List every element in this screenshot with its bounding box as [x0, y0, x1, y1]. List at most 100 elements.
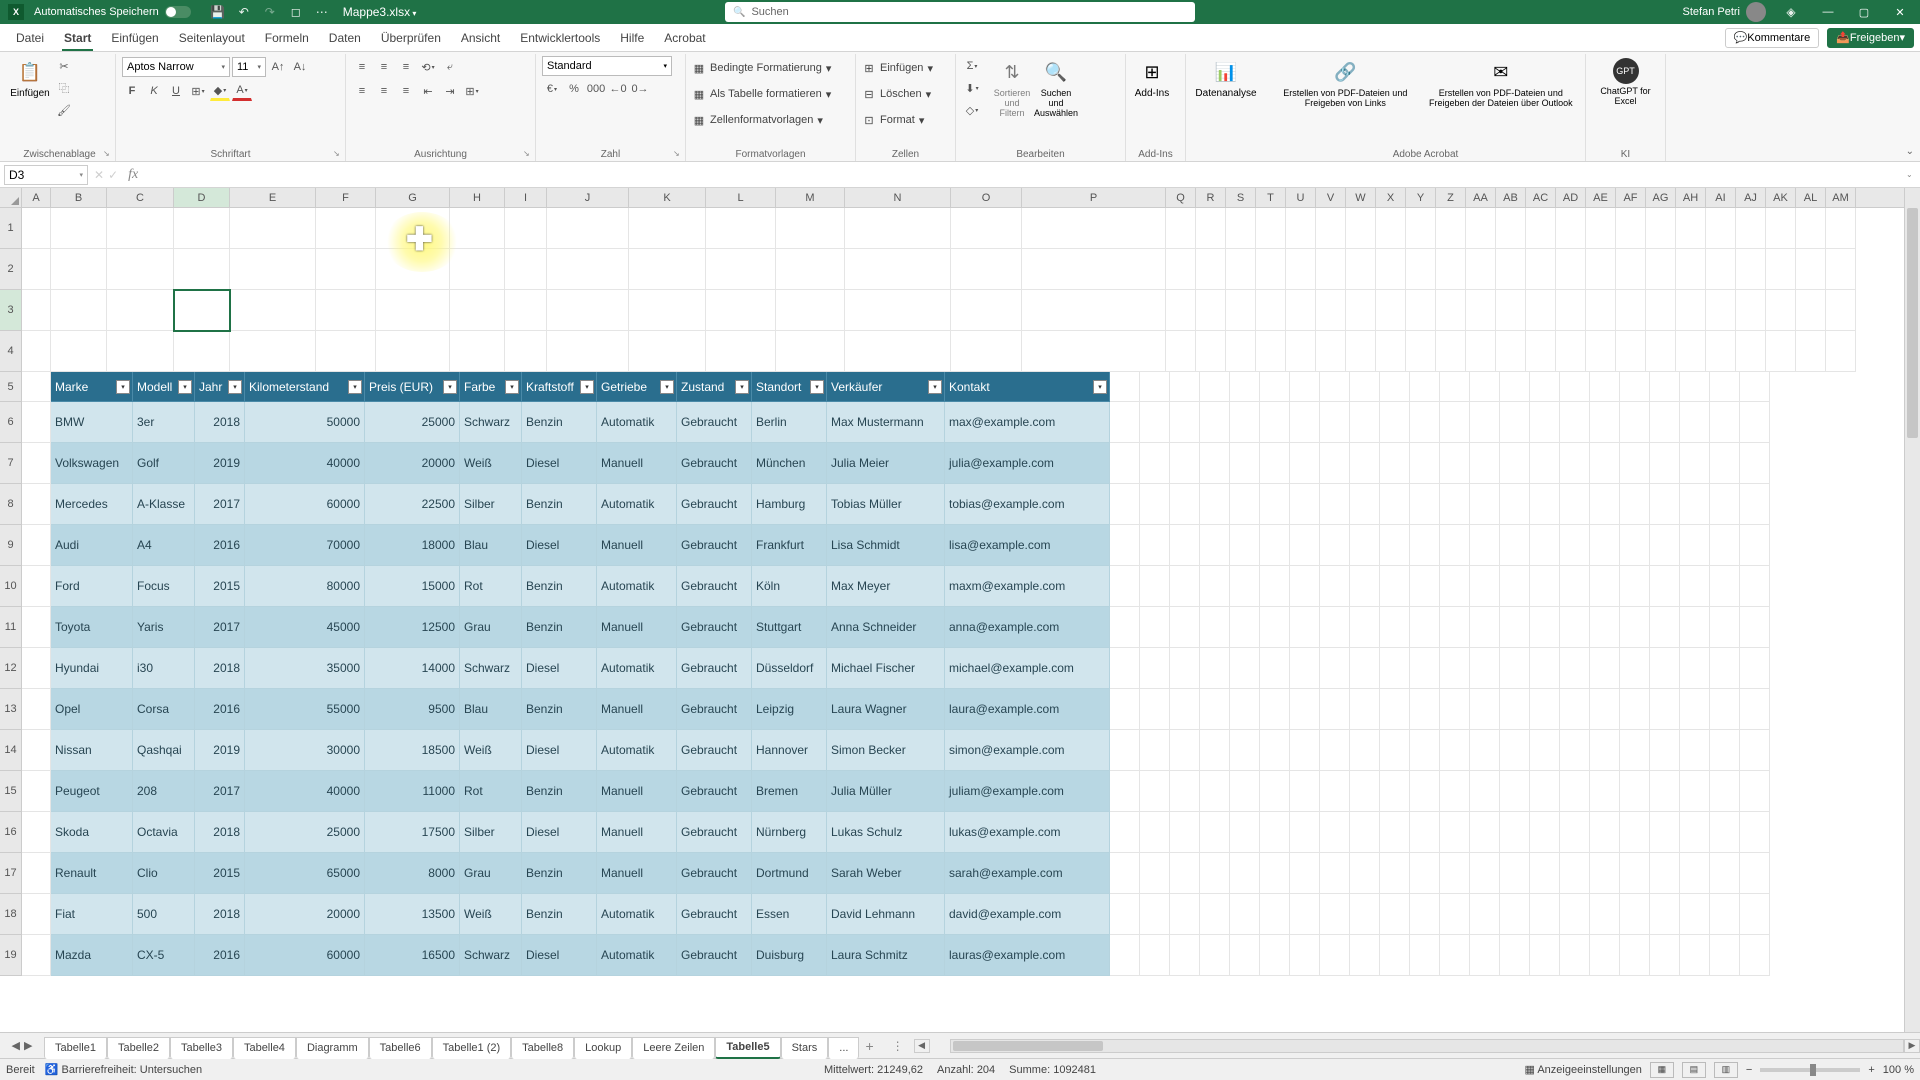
chatgpt-button[interactable]: GPT ChatGPT for Excel	[1592, 56, 1659, 108]
sheet-tab[interactable]: Tabelle1 (2)	[432, 1037, 511, 1059]
cell[interactable]	[1170, 689, 1200, 730]
table-cell[interactable]: Diesel	[522, 443, 597, 484]
row-header[interactable]: 6	[0, 402, 22, 443]
cell[interactable]	[1680, 771, 1710, 812]
cell[interactable]	[1110, 607, 1140, 648]
cell[interactable]	[1500, 525, 1530, 566]
cell[interactable]	[1380, 853, 1410, 894]
cell[interactable]	[1796, 331, 1826, 372]
cell[interactable]	[1170, 771, 1200, 812]
cell[interactable]	[1470, 812, 1500, 853]
cell[interactable]	[1170, 525, 1200, 566]
column-header[interactable]: V	[1316, 188, 1346, 207]
cell[interactable]	[1440, 525, 1470, 566]
column-header[interactable]: G	[376, 188, 450, 207]
filter-icon[interactable]: ▾	[348, 380, 362, 394]
cell[interactable]	[22, 443, 51, 484]
column-header[interactable]: B	[51, 188, 107, 207]
table-cell[interactable]: Anna Schneider	[827, 607, 945, 648]
cell[interactable]	[1710, 566, 1740, 607]
table-cell[interactable]: Nissan	[51, 730, 133, 771]
table-cell[interactable]: Gebraucht	[677, 730, 752, 771]
table-header-cell[interactable]: Getriebe▾	[597, 372, 677, 402]
cell[interactable]	[1320, 894, 1350, 935]
cell[interactable]	[1796, 208, 1826, 249]
cell[interactable]	[1710, 443, 1740, 484]
cell[interactable]	[1680, 402, 1710, 443]
table-cell[interactable]: Manuell	[597, 525, 677, 566]
cell[interactable]	[1590, 525, 1620, 566]
cell[interactable]	[1680, 648, 1710, 689]
table-header-cell[interactable]: Kraftstoff▾	[522, 372, 597, 402]
table-cell[interactable]: 2018	[195, 648, 245, 689]
row-header[interactable]: 14	[0, 730, 22, 771]
cell[interactable]	[107, 331, 174, 372]
sheet-tab[interactable]: Diagramm	[296, 1037, 369, 1059]
cell[interactable]	[1620, 525, 1650, 566]
row-header[interactable]: 2	[0, 249, 22, 290]
column-header[interactable]: AA	[1466, 188, 1496, 207]
cell[interactable]	[1496, 331, 1526, 372]
table-cell[interactable]: Julia Meier	[827, 443, 945, 484]
cell[interactable]	[1676, 208, 1706, 249]
cell[interactable]	[1410, 730, 1440, 771]
cell[interactable]	[1590, 372, 1620, 402]
add-sheet-icon[interactable]: +	[865, 1038, 873, 1054]
table-cell[interactable]: 70000	[245, 525, 365, 566]
table-cell[interactable]: Renault	[51, 853, 133, 894]
cell[interactable]	[1466, 290, 1496, 331]
cell[interactable]	[1200, 853, 1230, 894]
cell[interactable]	[22, 484, 51, 525]
table-cell[interactable]: 2019	[195, 730, 245, 771]
addins-button[interactable]: ⊞ Add-Ins	[1132, 56, 1172, 101]
cell[interactable]	[22, 935, 51, 976]
cell[interactable]	[1500, 402, 1530, 443]
align-top-icon[interactable]: ≡	[352, 57, 372, 77]
row-header[interactable]: 18	[0, 894, 22, 935]
table-header-cell[interactable]: Marke▾	[51, 372, 133, 402]
cell[interactable]	[1410, 935, 1440, 976]
cell[interactable]	[1410, 525, 1440, 566]
table-cell[interactable]: anna@example.com	[945, 607, 1110, 648]
align-middle-icon[interactable]: ≡	[374, 57, 394, 77]
table-cell[interactable]: 30000	[245, 730, 365, 771]
cell[interactable]	[22, 648, 51, 689]
cell[interactable]	[1530, 566, 1560, 607]
cell[interactable]	[230, 208, 316, 249]
delete-cells-button[interactable]: ⊟Löschen ▾	[862, 82, 933, 106]
cell[interactable]	[1286, 290, 1316, 331]
cell[interactable]	[1590, 894, 1620, 935]
table-cell[interactable]: Automatik	[597, 935, 677, 976]
sheet-tab[interactable]: Tabelle1	[44, 1037, 107, 1059]
cell[interactable]	[1740, 402, 1770, 443]
table-cell[interactable]: 2015	[195, 566, 245, 607]
cell[interactable]	[1376, 208, 1406, 249]
bold-icon[interactable]: F	[122, 81, 142, 101]
row-header[interactable]: 4	[0, 331, 22, 372]
cell[interactable]	[1440, 812, 1470, 853]
column-header[interactable]: AD	[1556, 188, 1586, 207]
cell[interactable]	[1530, 689, 1560, 730]
column-header[interactable]: O	[951, 188, 1022, 207]
cell[interactable]	[706, 249, 776, 290]
underline-icon[interactable]: U	[166, 81, 186, 101]
cell[interactable]	[107, 208, 174, 249]
row-header[interactable]: 5	[0, 372, 22, 402]
cell[interactable]	[1530, 402, 1560, 443]
column-header[interactable]: AM	[1826, 188, 1856, 207]
cell[interactable]	[706, 208, 776, 249]
cell[interactable]	[450, 249, 505, 290]
cell[interactable]	[845, 290, 951, 331]
cell[interactable]	[1290, 853, 1320, 894]
menu-tab-seitenlayout[interactable]: Seitenlayout	[169, 24, 255, 51]
cell[interactable]	[1350, 894, 1380, 935]
cell[interactable]	[547, 208, 629, 249]
table-cell[interactable]: Düsseldorf	[752, 648, 827, 689]
table-cell[interactable]: Weiß	[460, 894, 522, 935]
sort-filter-button[interactable]: ⇅ Sortieren und Filtern	[992, 56, 1032, 120]
cell[interactable]	[629, 331, 706, 372]
cell[interactable]	[1530, 648, 1560, 689]
cell[interactable]	[1140, 894, 1170, 935]
cell[interactable]	[1560, 935, 1590, 976]
cell[interactable]	[1650, 372, 1680, 402]
